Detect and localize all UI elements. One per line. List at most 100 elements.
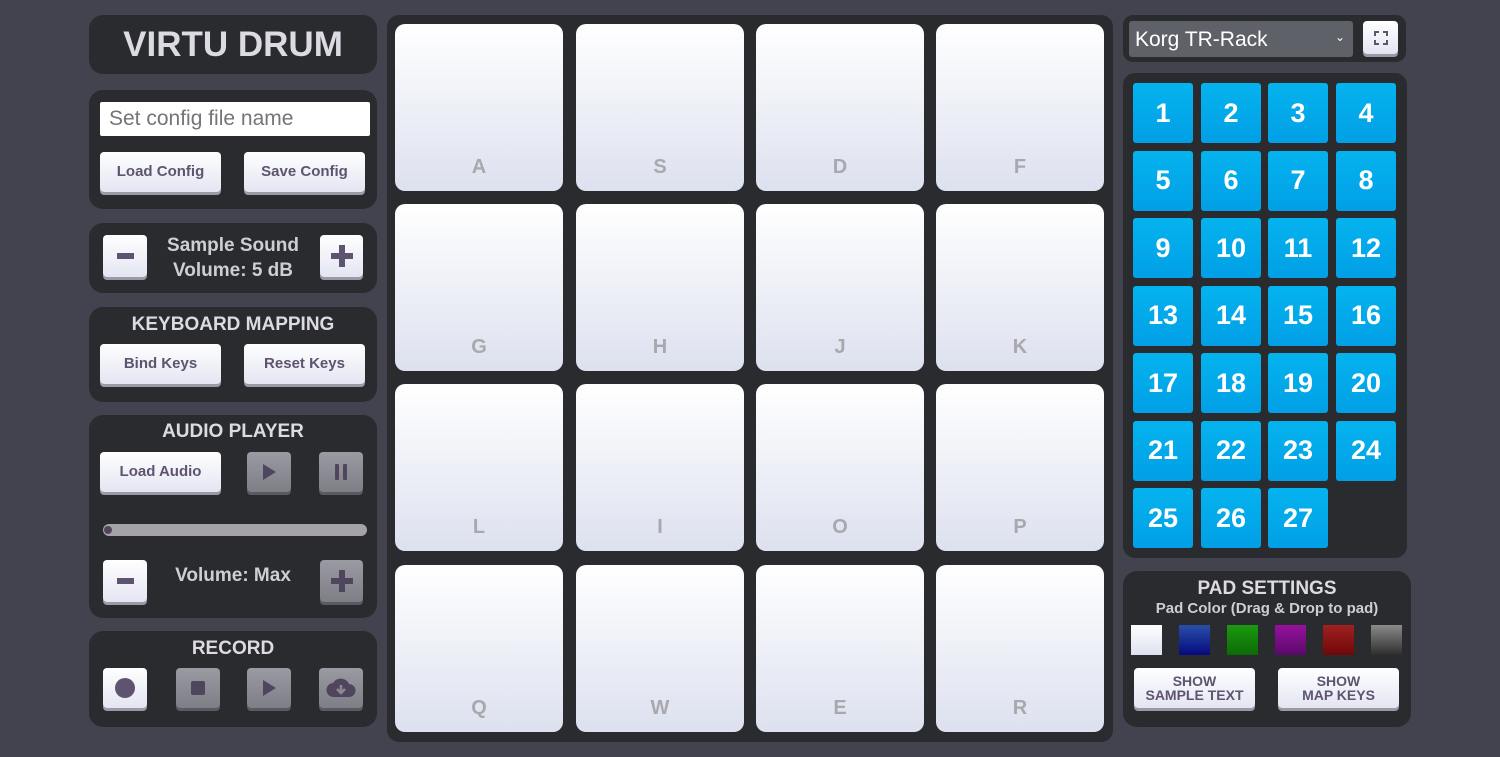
keyboard-mapping-panel: KEYBOARD MAPPING Bind Keys Reset Keys [89, 307, 377, 402]
kit-button[interactable]: 9 [1133, 218, 1193, 278]
drum-pad[interactable]: K [936, 204, 1104, 371]
plus-icon [330, 245, 353, 267]
pad-key-label: L [472, 516, 486, 538]
kit-button[interactable]: 4 [1336, 83, 1396, 143]
kit-button[interactable]: 21 [1133, 420, 1193, 481]
sample-volume-label: Sample Sound Volume: 5 dB [149, 233, 317, 283]
pad-color-swatch-green[interactable] [1227, 625, 1258, 655]
audio-progress-handle[interactable] [104, 526, 112, 534]
kit-button[interactable]: 27 [1268, 488, 1328, 548]
pad-key-label: Q [471, 697, 487, 719]
download-recording-button[interactable] [319, 668, 363, 708]
pad-color-swatch-purple[interactable] [1275, 625, 1306, 655]
audio-volume-decrease-button[interactable] [103, 560, 147, 602]
stop-icon [191, 681, 205, 695]
kit-button[interactable]: 3 [1268, 83, 1328, 143]
kit-button[interactable]: 1 [1133, 83, 1193, 143]
sample-volume-panel: Sample Sound Volume: 5 dB [89, 223, 377, 293]
load-audio-button[interactable]: Load Audio [100, 452, 221, 492]
keyboard-mapping-title: KEYBOARD MAPPING [131, 314, 335, 335]
pad-color-swatch-white[interactable] [1131, 625, 1162, 655]
kit-button[interactable]: 6 [1201, 150, 1261, 211]
drum-pad[interactable]: F [936, 24, 1104, 191]
pad-key-label: D [832, 156, 848, 178]
config-file-name-input[interactable] [100, 102, 370, 136]
kit-button[interactable]: 12 [1336, 218, 1396, 278]
pad-key-label: K [1012, 336, 1028, 358]
pause-icon [335, 464, 347, 480]
drum-pad[interactable]: H [576, 204, 744, 371]
config-panel: Load Config Save Config [89, 90, 377, 209]
kit-button[interactable]: 24 [1336, 420, 1396, 481]
bind-keys-button[interactable]: Bind Keys [100, 344, 221, 384]
stop-record-button[interactable] [176, 668, 220, 708]
pad-key-label: O [832, 516, 848, 538]
drum-pad[interactable]: R [936, 565, 1104, 732]
kit-select-dropdown[interactable]: Korg TR-Rack ⌄ [1129, 21, 1353, 57]
kit-button[interactable]: 26 [1201, 488, 1261, 548]
kit-button[interactable]: 5 [1133, 150, 1193, 211]
drum-pad[interactable]: P [936, 384, 1104, 551]
sample-volume-decrease-button[interactable] [103, 235, 147, 277]
kit-button[interactable]: 2 [1201, 83, 1261, 143]
sample-volume-line1: Sample Sound [167, 235, 299, 256]
drum-pad[interactable]: W [576, 565, 744, 732]
save-config-button[interactable]: Save Config [244, 152, 365, 192]
drum-pad[interactable]: D [756, 24, 924, 191]
pad-key-label: G [471, 336, 487, 358]
kit-button[interactable]: 25 [1133, 488, 1193, 548]
minus-icon [116, 253, 134, 259]
audio-play-button[interactable] [247, 452, 291, 492]
pad-key-label: I [657, 516, 663, 538]
fullscreen-button[interactable] [1363, 21, 1398, 54]
pad-key-label: A [471, 156, 487, 178]
kit-button[interactable]: 16 [1336, 285, 1396, 346]
load-config-button[interactable]: Load Config [100, 152, 221, 192]
pad-color-swatch-blue[interactable] [1179, 625, 1210, 655]
kit-grid-panel: 1 2 3 4 5 6 7 8 9 10 11 12 13 14 15 16 17 18 19 20 21 22 23 24 2… [1123, 73, 1407, 558]
audio-pause-button[interactable] [319, 452, 363, 492]
record-button[interactable] [103, 668, 147, 708]
pad-color-swatch-red[interactable] [1323, 625, 1354, 655]
drum-pad[interactable]: I [576, 384, 744, 551]
kit-button[interactable]: 18 [1201, 353, 1261, 413]
pad-key-label: E [833, 697, 847, 719]
pad-key-label: S [653, 156, 667, 178]
kit-button[interactable]: 23 [1268, 420, 1328, 481]
drum-pad[interactable]: G [395, 204, 563, 371]
sample-volume-increase-button[interactable] [320, 235, 363, 277]
kit-button[interactable]: 15 [1268, 285, 1328, 346]
kit-button[interactable]: 14 [1201, 285, 1261, 346]
audio-player-title: AUDIO PLAYER [162, 421, 304, 442]
kit-button[interactable]: 7 [1268, 150, 1328, 211]
drum-pad[interactable]: L [395, 384, 563, 551]
kit-button[interactable]: 13 [1133, 285, 1193, 346]
play-recording-button[interactable] [247, 668, 291, 708]
record-icon [115, 678, 135, 698]
show-sample-line2: SAMPLE TEXT [1145, 687, 1244, 703]
drum-pad[interactable]: Q [395, 565, 563, 732]
kit-button[interactable]: 11 [1268, 218, 1328, 278]
audio-volume-increase-button[interactable] [320, 560, 363, 602]
pad-color-swatch-gray[interactable] [1371, 625, 1402, 655]
drum-pad[interactable]: E [756, 565, 924, 732]
kit-button[interactable]: 22 [1201, 420, 1261, 481]
drum-pad[interactable]: A [395, 24, 563, 191]
audio-progress-slider[interactable] [103, 524, 367, 536]
drum-pad[interactable]: J [756, 204, 924, 371]
drum-pad[interactable]: O [756, 384, 924, 551]
drum-pad[interactable]: S [576, 24, 744, 191]
show-keys-line2: MAP KEYS [1302, 687, 1375, 703]
kit-button[interactable]: 17 [1133, 353, 1193, 413]
kit-button[interactable]: 19 [1268, 353, 1328, 413]
minus-icon [116, 578, 134, 584]
show-map-keys-button[interactable]: SHOW MAP KEYS [1278, 668, 1399, 708]
fullscreen-icon [1373, 30, 1388, 45]
kit-button[interactable]: 8 [1336, 150, 1396, 211]
chevron-down-icon: ⌄ [1334, 30, 1345, 44]
plus-icon [330, 570, 353, 592]
reset-keys-button[interactable]: Reset Keys [244, 344, 365, 384]
kit-button[interactable]: 20 [1336, 353, 1396, 413]
kit-button[interactable]: 10 [1201, 218, 1261, 278]
show-sample-text-button[interactable]: SHOW SAMPLE TEXT [1134, 668, 1255, 708]
